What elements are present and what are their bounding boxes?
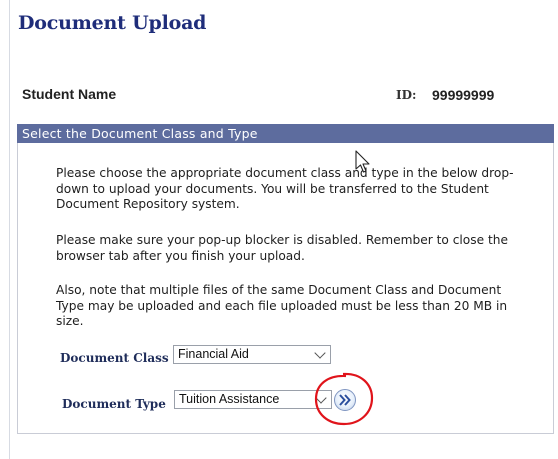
left-border (9, 0, 10, 459)
instructions-paragraph-3: Also, note that multiple files of the sa… (56, 283, 508, 328)
student-name-label: Student Name (22, 86, 117, 102)
document-type-select[interactable]: Tuition Assistance (174, 390, 332, 409)
document-class-value: Financial Aid (178, 347, 249, 361)
student-id-value: 99999999 (432, 87, 495, 103)
double-chevron-right-icon (339, 394, 351, 406)
document-class-select[interactable]: Financial Aid (173, 345, 331, 364)
document-type-label: Document Type (62, 397, 166, 411)
instructions-paragraph-2: Please make sure your pop-up blocker is … (56, 233, 508, 263)
student-id-label: ID: (396, 88, 417, 102)
document-type-value: Tuition Assistance (179, 392, 280, 406)
document-upload-page: Document Upload Student Name ID: 9999999… (0, 0, 558, 459)
page-title: Document Upload (18, 12, 207, 34)
instructions-paragraph-1: Please choose the appropriate document c… (56, 166, 514, 211)
section-header: Select the Document Class and Type (17, 124, 554, 143)
document-class-label: Document Class (60, 351, 169, 365)
go-button[interactable] (334, 389, 356, 411)
chevron-down-icon (314, 347, 326, 359)
chevron-down-icon (315, 392, 327, 404)
